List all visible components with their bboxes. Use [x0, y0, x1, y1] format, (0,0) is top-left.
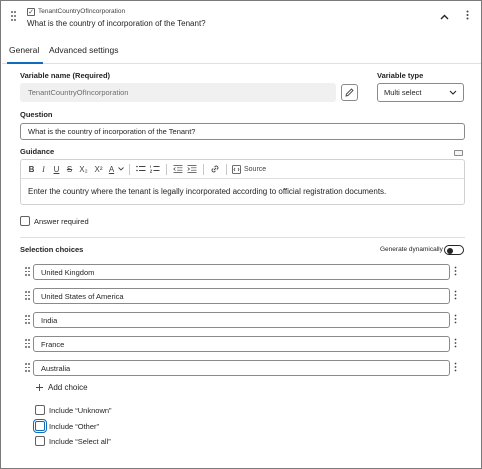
tab-advanced-settings[interactable]: Advanced settings [49, 45, 118, 55]
expand-editor-icon[interactable] [454, 150, 463, 156]
choice-drag-handle-icon[interactable] [25, 315, 30, 324]
choice-value: United Kingdom [41, 267, 95, 277]
include-unknown-checkbox[interactable] [35, 405, 45, 415]
choice-value: Australia [41, 363, 71, 373]
variable-name-input: TenantCountryOfIncorporation [20, 83, 336, 102]
tab-divider [2, 63, 481, 64]
drag-handle-icon[interactable] [11, 11, 17, 23]
guidance-label: Guidance [20, 147, 55, 156]
include-select-all-label: Include “Select all” [49, 437, 111, 446]
underline-button[interactable]: U [50, 162, 63, 176]
toolbar-divider [203, 163, 204, 175]
variable-editor-panel: ✓ TenantCountryOfIncorporation What is t… [0, 0, 482, 469]
pencil-icon [345, 88, 354, 97]
editor-toolbar: B I U S X₂ X² A Source [21, 160, 464, 179]
choice-more-icon[interactable] [454, 338, 457, 350]
superscript-button[interactable]: X² [91, 162, 106, 176]
variable-type-icon: ✓ [27, 8, 35, 16]
choice-drag-handle-icon[interactable] [25, 267, 30, 276]
header-question: What is the country of incorporation of … [27, 19, 206, 28]
choice-more-icon[interactable] [454, 266, 457, 278]
bullet-list-icon[interactable] [134, 162, 148, 176]
link-icon[interactable] [208, 162, 222, 176]
variable-type-value: Multi select [384, 88, 422, 97]
source-icon [232, 164, 241, 174]
choice-value: France [41, 339, 65, 349]
toggle-knob [447, 247, 453, 254]
plus-icon [36, 384, 43, 391]
toolbar-divider [226, 163, 227, 175]
more-vertical-icon[interactable] [466, 10, 469, 23]
choice-drag-handle-icon[interactable] [25, 363, 30, 372]
choice-value: India [41, 315, 58, 325]
numbered-list-icon[interactable] [148, 162, 162, 176]
toolbar-divider [129, 163, 130, 175]
choice-drag-handle-icon[interactable] [25, 339, 30, 348]
include-other-label: Include “Other” [49, 422, 100, 431]
question-label: Question [20, 110, 53, 119]
guidance-content[interactable]: Enter the country where the tenant is le… [28, 187, 386, 196]
italic-button[interactable]: I [37, 162, 50, 176]
question-value: What is the country of incorporation of … [28, 127, 196, 136]
variable-name-value: TenantCountryOfIncorporation [28, 88, 129, 97]
question-input[interactable]: What is the country of incorporation of … [20, 123, 465, 140]
choice-drag-handle-icon[interactable] [25, 291, 30, 300]
source-label: Source [244, 165, 267, 173]
generate-dynamically-toggle[interactable] [444, 245, 464, 255]
choice-more-icon[interactable] [454, 290, 457, 302]
source-button[interactable]: Source [231, 162, 266, 176]
include-select-all-checkbox[interactable] [35, 436, 45, 446]
decrease-indent-icon[interactable] [171, 162, 185, 176]
guidance-editor[interactable]: B I U S X₂ X² A Source Enter the country… [20, 159, 465, 205]
header-variable-name: TenantCountryOfIncorporation [38, 8, 126, 15]
choice-input[interactable]: India [33, 312, 450, 328]
tab-general[interactable]: General [9, 45, 39, 55]
selection-choices-label: Selection choices [20, 245, 84, 254]
answer-required-checkbox[interactable] [20, 216, 30, 226]
add-choice-label: Add choice [48, 383, 88, 392]
choice-input[interactable]: Australia [33, 360, 450, 376]
answer-required-label: Answer required [34, 217, 89, 226]
generate-dynamically-label: Generate dynamically [380, 246, 443, 253]
increase-indent-icon[interactable] [185, 162, 199, 176]
add-choice-button[interactable]: Add choice [36, 383, 88, 392]
tab-selected-indicator [7, 62, 43, 64]
choice-more-icon[interactable] [454, 362, 457, 374]
variable-type-select[interactable]: Multi select [377, 83, 464, 102]
section-divider [20, 237, 465, 238]
include-unknown-label: Include “Unknown” [49, 406, 112, 415]
choice-value: United States of America [41, 291, 124, 301]
choice-input[interactable]: United Kingdom [33, 264, 450, 280]
chevron-up-icon[interactable] [440, 12, 449, 22]
choice-more-icon[interactable] [454, 314, 457, 326]
edit-variable-name-button[interactable] [341, 84, 358, 101]
choice-input[interactable]: United States of America [33, 288, 450, 304]
chevron-down-icon [449, 90, 457, 95]
variable-name-label: Variable name (Required) [20, 71, 111, 80]
strikethrough-button[interactable]: S [63, 162, 76, 176]
toolbar-divider [166, 163, 167, 175]
font-color-chevron-icon[interactable] [117, 162, 125, 176]
choice-input[interactable]: France [33, 336, 450, 352]
subscript-button[interactable]: X₂ [76, 162, 91, 176]
variable-type-label: Variable type [377, 71, 424, 80]
include-other-checkbox[interactable] [33, 419, 47, 433]
font-color-button[interactable]: A [106, 162, 117, 176]
bold-button[interactable]: B [26, 162, 37, 176]
